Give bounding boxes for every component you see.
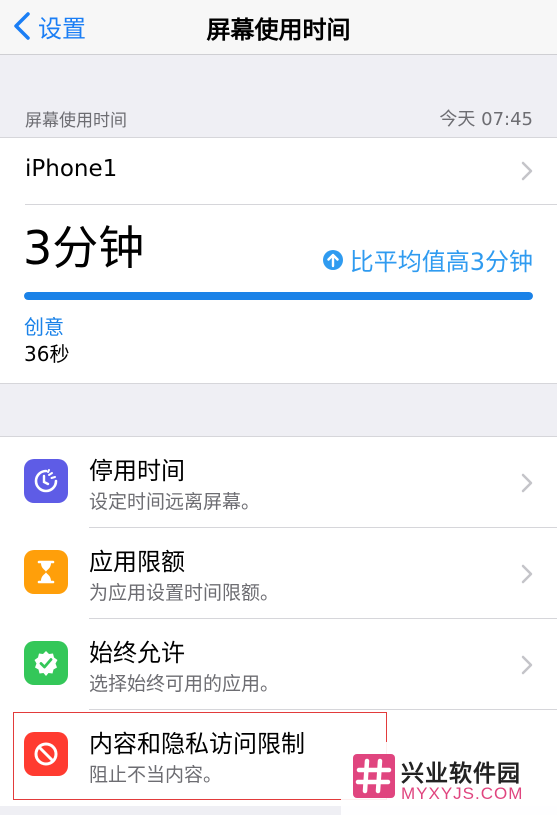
app-limits-subtitle: 为应用设置时间限额。 <box>89 582 280 604</box>
always-allowed-row[interactable]: 始终允许 选择始终可用的应用。 <box>0 619 557 710</box>
watermark: 兴业软件园 MYXYJS.COM <box>341 742 557 815</box>
checkmark-seal-icon <box>34 651 58 676</box>
content-privacy-title: 内容和隐私访问限制 <box>89 730 305 758</box>
average-comparison-text: 比平均值高3分钟 <box>349 248 533 276</box>
hourglass-icon <box>37 560 55 584</box>
summary-timestamp: 今天 07:45 <box>439 109 533 130</box>
divider <box>25 204 557 205</box>
always-allowed-icon-tile <box>24 641 68 685</box>
total-usage-time: 3分钟 <box>23 221 145 275</box>
usage-bar <box>24 292 533 300</box>
app-limits-icon-tile <box>24 550 68 594</box>
hash-logo-icon <box>353 754 395 798</box>
summary-section-header: 屏幕使用时间 今天 07:45 <box>0 98 557 136</box>
downtime-icon-tile <box>24 459 68 503</box>
downtime-title: 停用时间 <box>89 457 185 485</box>
chevron-right-icon <box>521 564 533 584</box>
page-title: 屏幕使用时间 <box>206 16 351 44</box>
always-allowed-title: 始终允许 <box>89 639 185 667</box>
watermark-domain: MYXYJS.COM <box>401 784 524 803</box>
chevron-right-icon <box>521 473 533 493</box>
always-allowed-subtitle: 选择始终可用的应用。 <box>89 673 280 695</box>
usage-bar-fill <box>24 292 533 300</box>
chevron-right-icon <box>521 655 533 675</box>
downtime-icon <box>34 469 58 493</box>
chevron-right-icon <box>521 161 533 181</box>
device-row[interactable]: iPhone1 <box>0 138 557 204</box>
average-comparison: 比平均值高3分钟 <box>322 242 533 277</box>
app-limits-row[interactable]: 应用限额 为应用设置时间限额。 <box>0 528 557 619</box>
restriction-icon <box>34 742 58 766</box>
downtime-subtitle: 设定时间远离屏幕。 <box>89 491 261 513</box>
content-privacy-icon-tile <box>24 732 68 776</box>
downtime-row[interactable]: 停用时间 设定时间远离屏幕。 <box>0 437 557 528</box>
category-time: 36秒 <box>24 342 70 366</box>
app-limits-title: 应用限额 <box>89 548 185 576</box>
summary-section-title: 屏幕使用时间 <box>25 111 127 131</box>
content-privacy-subtitle: 阻止不当内容。 <box>89 764 223 786</box>
navigation-bar: 设置 屏幕使用时间 <box>0 0 557 55</box>
category-name: 创意 <box>24 315 64 339</box>
device-name: iPhone1 <box>25 156 118 182</box>
watermark-name: 兴业软件园 <box>401 761 521 787</box>
usage-summary-card: iPhone1 3分钟 比平均值高3分钟 创意 36秒 <box>0 137 557 384</box>
arrow-up-circle-icon <box>322 249 343 270</box>
